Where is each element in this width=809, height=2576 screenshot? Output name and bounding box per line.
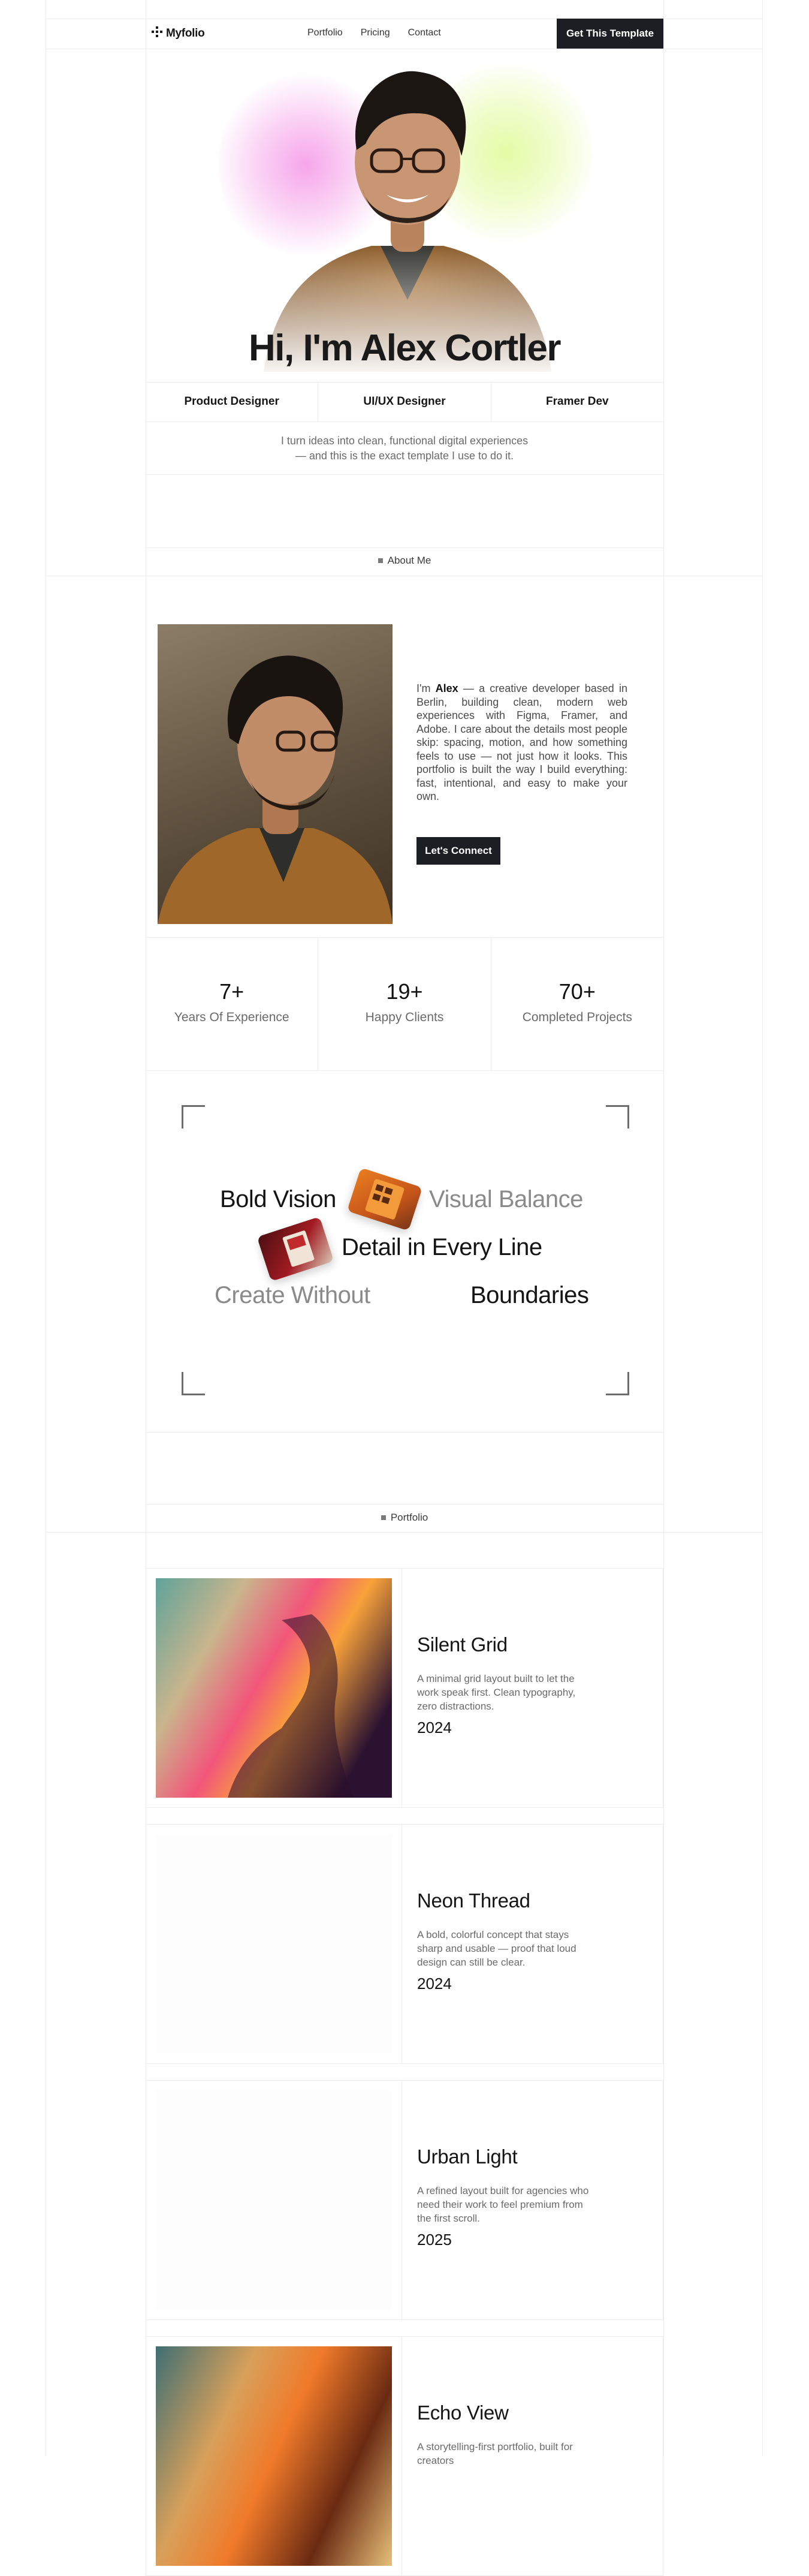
project-image [156, 1578, 392, 1798]
project-card-silent-grid[interactable]: Silent Grid A minimal grid layout built … [146, 1568, 663, 1808]
divider [46, 1532, 763, 1533]
hero-subtitle-line1: I turn ideas into clean, functional digi… [280, 435, 529, 447]
nav-link-portfolio[interactable]: Portfolio [307, 28, 343, 38]
logo[interactable]: Myfolio [152, 26, 205, 41]
role-uiux-designer: UI/UX Designer [318, 382, 491, 422]
about-intro: I'm [416, 682, 436, 694]
logo-text: Myfolio [166, 27, 205, 40]
role-product-designer: Product Designer [146, 382, 319, 422]
nav-link-pricing[interactable]: Pricing [361, 28, 390, 38]
hero-portrait [252, 60, 563, 372]
project-title: Silent Grid [417, 1633, 508, 1656]
get-template-button[interactable]: Get This Template [557, 19, 663, 49]
stat-label: Completed Projects [522, 1010, 632, 1024]
divider [146, 547, 663, 548]
divider [146, 1432, 663, 1433]
about-label: About Me [387, 555, 431, 566]
stat-value: 19+ [386, 979, 423, 1004]
about-text: I'm Alex — a creative developer based in… [416, 682, 627, 804]
showcase-boundaries: Boundaries [470, 1282, 589, 1308]
project-image [156, 1834, 392, 2054]
project-card-urban-light[interactable]: Urban Light A refined layout built for a… [146, 2080, 663, 2320]
stat-value: 70+ [559, 979, 596, 1004]
stat-experience: 7+ Years Of Experience [146, 937, 319, 1070]
project-description: A storytelling-first portfolio, built fo… [417, 2441, 573, 2466]
showcase-thumb-red [256, 1216, 334, 1282]
project-description: A bold, colorful concept that stays shar… [417, 1929, 576, 1968]
stat-label: Happy Clients [365, 1010, 444, 1024]
project-description: A refined layout built for agencies who … [417, 2185, 589, 2224]
stat-label: Years Of Experience [174, 1010, 289, 1024]
project-year: 2024 [417, 1975, 452, 1993]
square-bullet-icon [381, 1515, 386, 1520]
showcase-bold-vision: Bold Vision [220, 1186, 336, 1212]
project-year: 2024 [417, 1719, 452, 1737]
project-title: Urban Light [417, 2145, 518, 2168]
project-description: A minimal grid layout built to let the w… [417, 1673, 576, 1712]
top-nav: Myfolio Portfolio Pricing Contact Get Th… [146, 19, 663, 49]
roles-row: Product Designer UI/UX Designer Framer D… [146, 382, 663, 422]
page-border-right [762, 0, 763, 2456]
divider [146, 1070, 663, 1071]
nav-links: Portfolio Pricing Contact [307, 28, 441, 38]
divider [146, 474, 663, 475]
project-title: Echo View [417, 2402, 509, 2424]
about-body: — a creative developer based in Berlin, … [416, 682, 628, 802]
frame-corner-bottom-left [182, 1372, 205, 1395]
stat-value: 7+ [219, 979, 244, 1004]
stat-projects: 70+ Completed Projects [491, 937, 663, 1070]
about-name: Alex [435, 682, 458, 694]
project-card-echo-view[interactable]: Echo View A storytelling-first portfolio… [146, 2336, 663, 2576]
content-border-right [663, 0, 664, 2456]
stats-row: 7+ Years Of Experience 19+ Happy Clients… [146, 937, 663, 1070]
hero-title: Hi, I'm Alex Cortler [249, 327, 561, 369]
project-year: 2025 [417, 2231, 452, 2249]
logo-icon [152, 26, 162, 41]
portfolio-section-label: Portfolio [146, 1512, 663, 1524]
portfolio-label: Portfolio [390, 1512, 428, 1523]
about-photo [158, 624, 393, 924]
stat-clients: 19+ Happy Clients [318, 937, 491, 1070]
project-title: Neon Thread [417, 1889, 530, 1912]
nav-link-contact[interactable]: Contact [408, 28, 441, 38]
project-image [156, 2346, 392, 2566]
hero-subtitle-line2: — and this is the exact template I use t… [295, 450, 514, 462]
project-image [156, 2090, 392, 2310]
lets-connect-button[interactable]: Let's Connect [416, 837, 500, 865]
frame-corner-bottom-right [606, 1372, 629, 1395]
showcase-detail-line: Detail in Every Line [342, 1234, 542, 1260]
showcase-thumb-orange [346, 1167, 423, 1231]
showcase-visual-balance: Visual Balance [429, 1186, 583, 1212]
showcase-create-without: Create Without [215, 1282, 370, 1308]
about-section-label: About Me [146, 555, 663, 567]
frame-corner-top-left [182, 1105, 205, 1128]
frame-corner-top-right [606, 1105, 629, 1128]
portrait-image [158, 655, 393, 924]
role-framer-dev: Framer Dev [546, 395, 609, 408]
project-card-neon-thread[interactable]: Neon Thread A bold, colorful concept tha… [146, 1824, 663, 2064]
square-bullet-icon [378, 558, 383, 563]
hero-subtitle: I turn ideas into clean, functional digi… [146, 434, 663, 464]
